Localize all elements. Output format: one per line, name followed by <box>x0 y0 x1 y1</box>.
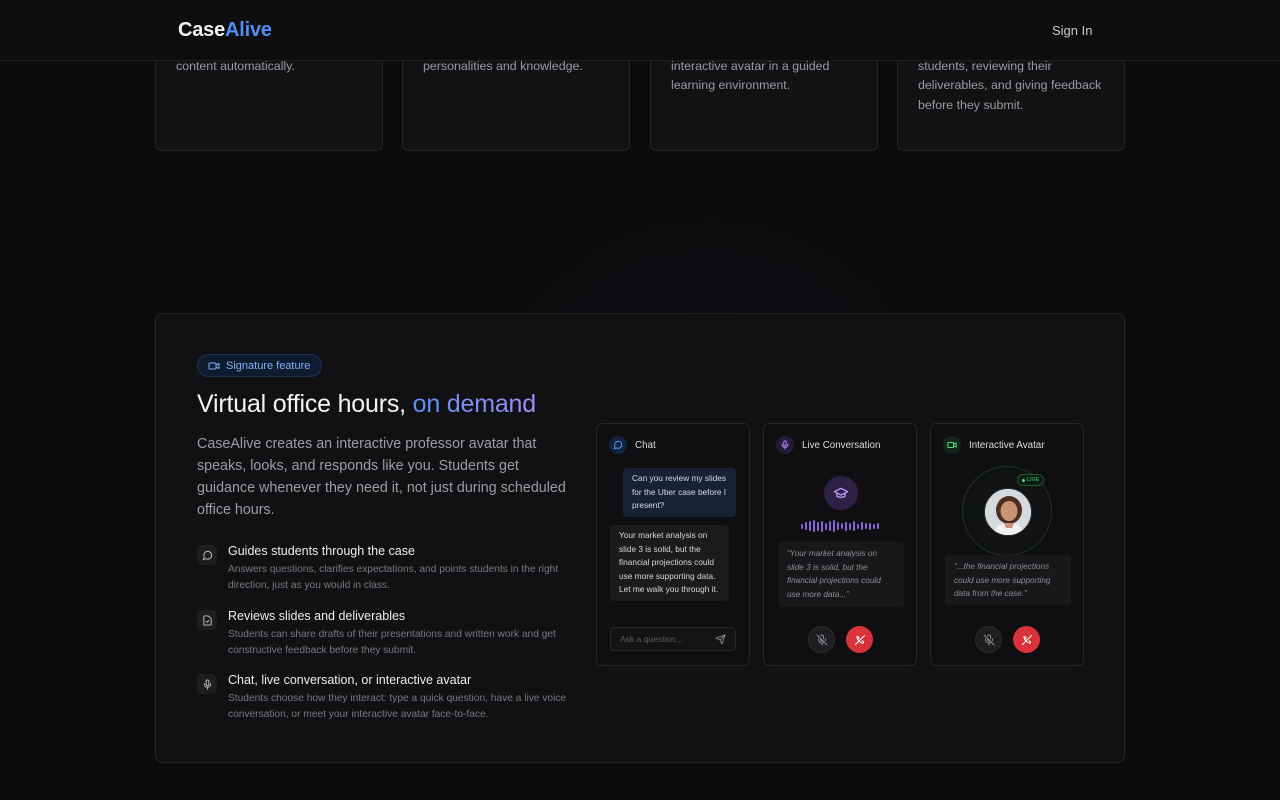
section-description: CaseAlive creates an interactive profess… <box>197 436 566 518</box>
phone-off-icon <box>854 634 865 645</box>
microphone-icon <box>197 674 217 694</box>
video-camera-icon <box>943 436 961 454</box>
audio-waveform <box>801 520 879 532</box>
feature-item-text: Students choose how they interact: type … <box>228 693 567 720</box>
user-message-bubble: Can you review my slides for the Uber ca… <box>623 468 736 517</box>
site-header: CaseAlive Sign In <box>0 0 1280 61</box>
live-card-header: Live Conversation <box>776 436 880 454</box>
section-title: Virtual office hours, on demand <box>197 390 536 419</box>
live-card-title: Live Conversation <box>802 439 881 451</box>
sign-in-link[interactable]: Sign In <box>1052 23 1092 38</box>
feature-item-title: Chat, live conversation, or interactive … <box>228 673 472 687</box>
signature-feature-badge: Signature feature <box>197 354 323 377</box>
end-call-button[interactable] <box>1013 626 1040 653</box>
chat-bubble-icon <box>197 545 217 565</box>
live-badge-label: LIVE <box>1027 477 1040 483</box>
document-icon <box>197 610 217 630</box>
avatar-card-title: Interactive Avatar <box>969 439 1045 451</box>
live-badge: LIVE <box>1017 474 1045 486</box>
feature-item-title: Guides students through the case <box>228 544 415 558</box>
title-accent: on demand <box>412 390 537 418</box>
live-caption: “Your market analysis on slide 3 is soli… <box>778 542 904 607</box>
signature-feature-panel: Signature feature Virtual office hours, … <box>155 313 1125 763</box>
microphone-off-icon <box>816 634 827 645</box>
logo-text-alive: Alive <box>225 19 272 41</box>
avatar-caption: “...the financial projections could use … <box>945 555 1071 605</box>
chat-card-header: Chat <box>609 436 656 454</box>
chat-bubble-icon <box>609 436 627 454</box>
feature-item-text: Answers questions, clarifies expectation… <box>228 564 559 591</box>
chat-card-title: Chat <box>635 439 656 451</box>
chat-mode-card: Chat Can you review my slides for the Ub… <box>596 423 750 666</box>
end-call-button[interactable] <box>846 626 873 653</box>
logo-text-case: Case <box>178 19 226 41</box>
avatar-card-header: Interactive Avatar <box>943 436 1045 454</box>
graduation-cap-icon <box>824 476 858 510</box>
chat-input-placeholder: Ask a question... <box>620 634 683 644</box>
phone-off-icon <box>1021 634 1032 645</box>
video-camera-icon <box>208 362 220 369</box>
title-main: Virtual office hours, <box>197 390 413 418</box>
microphone-off-icon <box>983 634 994 645</box>
feature-item-title: Reviews slides and deliverables <box>228 609 406 623</box>
badge-label: Signature feature <box>226 359 311 372</box>
professor-avatar <box>984 488 1032 536</box>
interactive-avatar-card: Interactive Avatar LIVE “...the financia… <box>930 423 1084 666</box>
feature-item-text: Students can share drafts of their prese… <box>228 629 556 656</box>
call-controls <box>975 626 1040 653</box>
microphone-icon <box>776 436 794 454</box>
send-icon[interactable] <box>715 634 726 645</box>
logo[interactable]: CaseAlive <box>178 19 272 42</box>
call-controls <box>808 626 873 653</box>
mute-button[interactable] <box>808 626 835 653</box>
chat-input[interactable]: Ask a question... <box>610 627 736 651</box>
ai-message-bubble: Your market analysis on slide 3 is solid… <box>610 525 729 601</box>
live-conversation-card: Live Conversation “Your market analysis … <box>763 423 917 666</box>
mute-button[interactable] <box>975 626 1002 653</box>
